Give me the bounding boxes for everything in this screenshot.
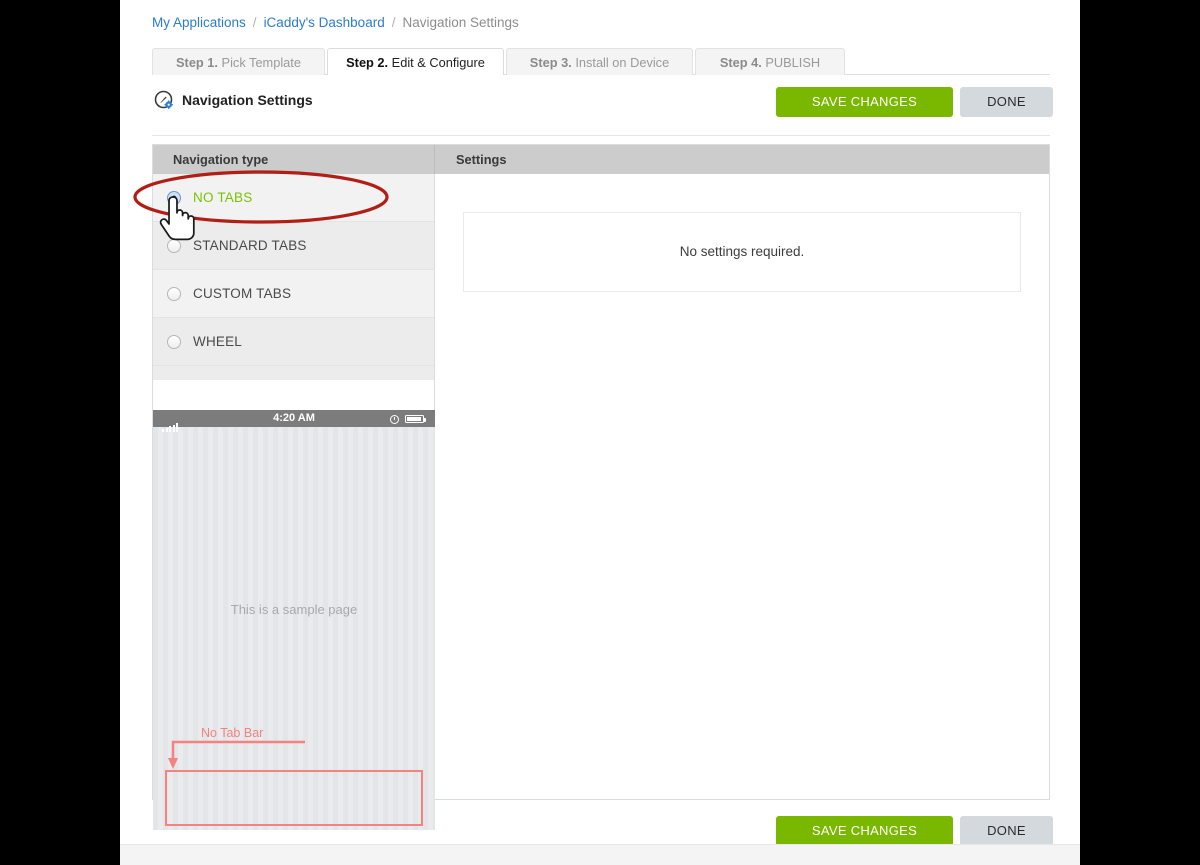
tab-step-4-number: Step 4. — [719, 55, 762, 70]
breadcrumb-item-icaddys-dashboard[interactable]: iCaddy's Dashboard — [264, 15, 385, 30]
option-label-standard-tabs: STANDARD TABS — [193, 238, 307, 253]
compass-gear-icon — [154, 90, 175, 111]
column-header-navigation-type: Navigation type — [173, 152, 269, 167]
option-label-wheel: WHEEL — [193, 334, 243, 349]
tab-step-2-number: Step 2. — [346, 55, 389, 70]
tab-step-4-publish[interactable]: Step 4. PUBLISH — [695, 48, 845, 75]
save-changes-button-bottom[interactable]: SAVE CHANGES — [776, 816, 953, 846]
option-label-custom-tabs: CUSTOM TABS — [193, 286, 292, 301]
phone-preview: 4:20 AM This is a sample page No Tab Bar — [153, 410, 435, 830]
tab-step-1-number: Step 1. — [176, 55, 218, 70]
panel-header: Navigation type Settings — [153, 145, 1049, 174]
column-header-settings: Settings — [456, 152, 507, 167]
page-footer-bar — [120, 844, 1080, 865]
breadcrumb-item-navigation-settings: Navigation Settings — [402, 15, 519, 30]
tab-step-4-label: PUBLISH — [765, 55, 821, 70]
settings-message-box: No settings required. — [463, 212, 1021, 292]
radio-no-tabs[interactable] — [167, 191, 181, 205]
annotation-label-no-tab-bar: No Tab Bar — [201, 726, 264, 740]
option-custom-tabs[interactable]: CUSTOM TABS — [153, 270, 434, 318]
option-label-no-tabs: NO TABS — [193, 190, 253, 205]
tab-step-3-number: Step 3. — [529, 55, 572, 70]
navigation-settings-panel: Navigation type Settings NO TABS STANDAR… — [152, 144, 1050, 830]
radio-wheel[interactable] — [167, 335, 181, 349]
save-changes-button-top[interactable]: SAVE CHANGES — [776, 87, 953, 117]
option-list-spacer — [153, 366, 434, 380]
option-no-tabs[interactable]: NO TABS — [153, 174, 434, 222]
tab-step-1-pick-template[interactable]: Step 1. Pick Template — [152, 48, 325, 75]
step-tabs: Step 1. Pick Template Step 2. Edit & Con… — [152, 48, 1050, 76]
breadcrumb-item-my-applications[interactable]: My Applications — [152, 15, 246, 30]
application-page: My Applications / iCaddy's Dashboard / Navig… — [120, 0, 1080, 865]
breadcrumb-separator: / — [252, 15, 257, 30]
tab-step-1-label: Pick Template — [221, 55, 301, 70]
radio-standard-tabs[interactable] — [167, 239, 181, 253]
radio-custom-tabs[interactable] — [167, 287, 181, 301]
done-button-bottom[interactable]: DONE — [960, 816, 1053, 846]
navigation-type-column: NO TABS STANDARD TABS CUSTOM TABS WHEEL … — [153, 174, 435, 830]
breadcrumb: My Applications / iCaddy's Dashboard / Navig… — [152, 14, 519, 32]
tab-step-3-label: Install on Device — [575, 55, 670, 70]
annotation-arrow — [168, 740, 305, 769]
settings-column: No settings required. — [436, 174, 1049, 799]
panel-header-divider — [434, 145, 435, 174]
tab-step-2-edit-configure[interactable]: Step 2. Edit & Configure — [327, 48, 504, 76]
tab-step-2-label: Edit & Configure — [391, 55, 485, 70]
option-standard-tabs[interactable]: STANDARD TABS — [153, 222, 434, 270]
page-title: Navigation Settings — [182, 92, 313, 108]
breadcrumb-separator: / — [391, 15, 396, 30]
page-header-row: Navigation Settings SAVE CHANGES DONE — [152, 84, 1053, 136]
done-button-top[interactable]: DONE — [960, 87, 1053, 117]
settings-message: No settings required. — [679, 244, 805, 259]
tab-step-3-install-on-device[interactable]: Step 3. Install on Device — [506, 48, 693, 75]
option-wheel[interactable]: WHEEL — [153, 318, 434, 366]
